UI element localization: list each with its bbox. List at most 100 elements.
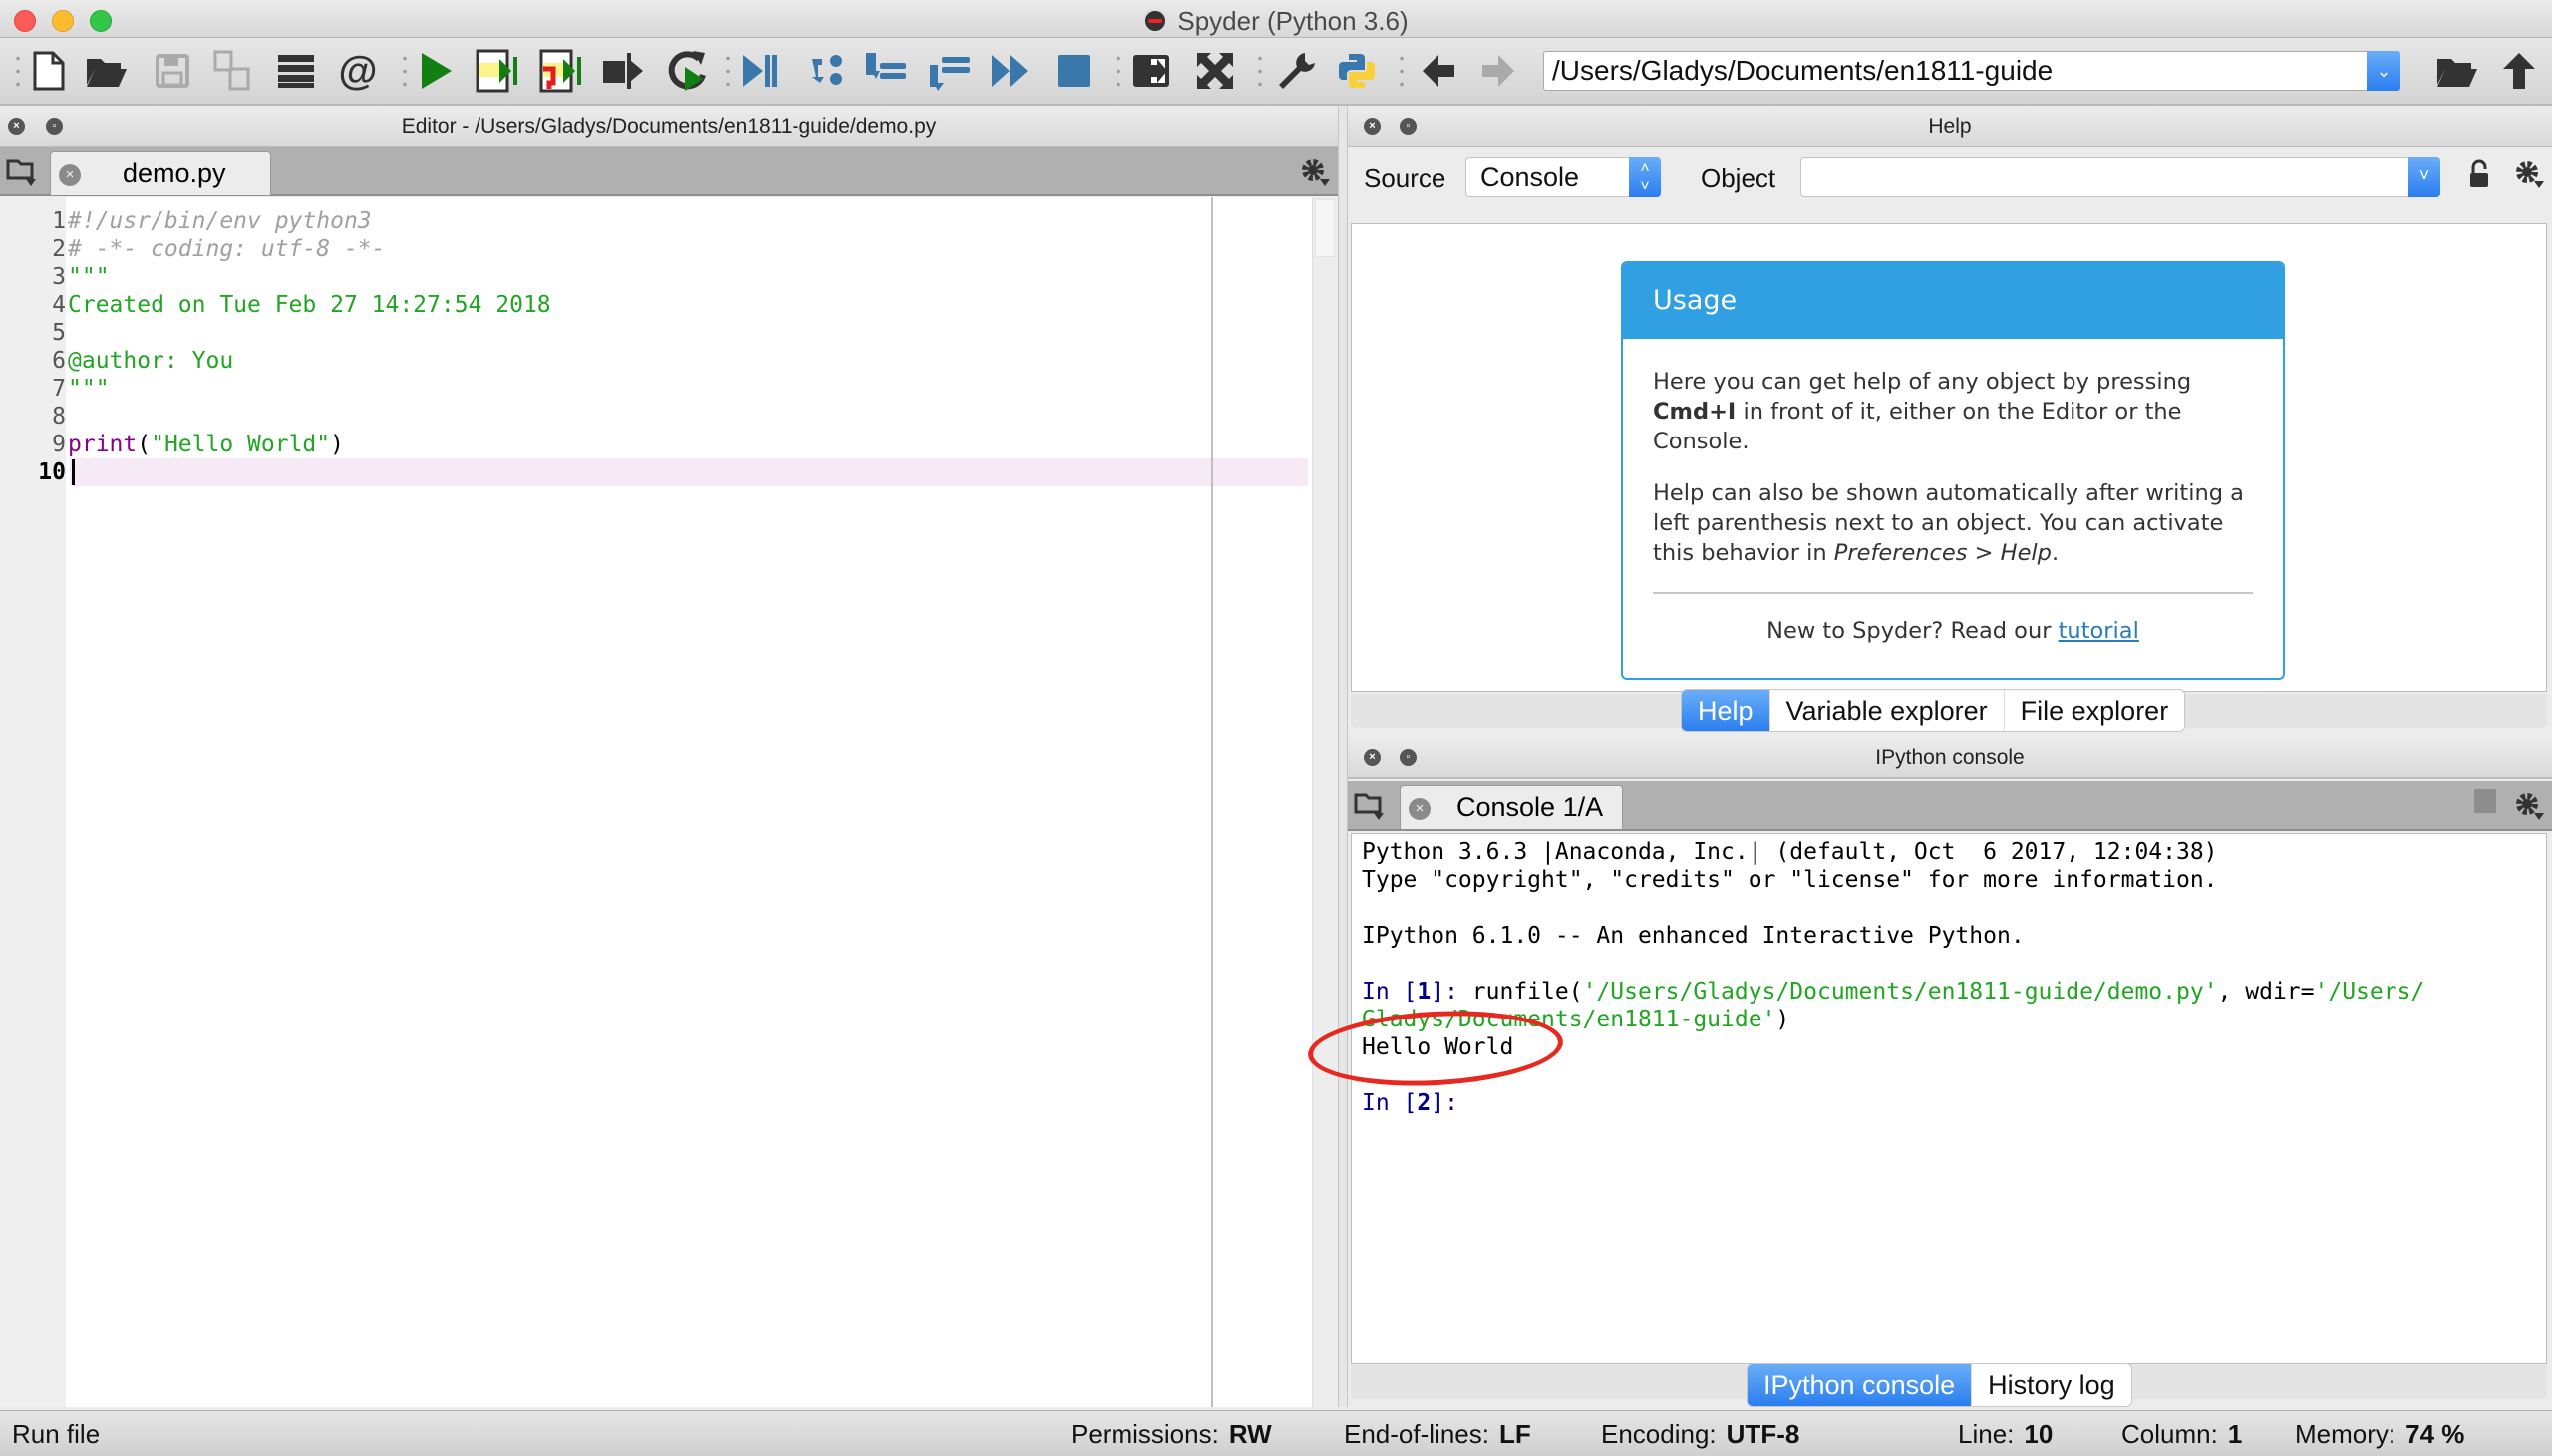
editor-tab-bar: × demo.py (0, 147, 1338, 196)
step-icon[interactable] (803, 48, 849, 94)
line-number: 1 (52, 208, 66, 234)
arrow-up-icon[interactable] (2496, 48, 2542, 94)
working-directory-combo[interactable]: /Users/Gladys/Documents/en1811-guide ⌄ (1543, 51, 2400, 91)
console-input-1: In [1]: runfile('/Users/Gladys/Documents… (1362, 979, 2425, 1005)
fullscreen-icon[interactable] (1192, 48, 1238, 94)
console-banner-1: Python 3.6.3 |Anaconda, Inc.| (default, … (1362, 839, 2218, 865)
tab-file-explorer[interactable]: File explorer (2005, 690, 2185, 731)
status-eol: End-of-lines: LF (1344, 1419, 1531, 1449)
help-content: Usage Here you can get help of any objec… (1351, 223, 2547, 692)
console-input-2: In [2]: (1362, 1090, 1458, 1116)
browse-tabs-icon[interactable] (1354, 791, 1384, 820)
folder-open-icon[interactable] (2434, 48, 2480, 94)
tutorial-link[interactable]: tutorial (2059, 618, 2139, 644)
line-number: 5 (52, 320, 66, 346)
toolbar-separator (1258, 52, 1262, 92)
working-directory-value: /Users/Gladys/Documents/en1811-guide (1552, 55, 2054, 86)
help-pane-header: × ▫ Help (1348, 106, 2552, 147)
editor-pane-header: × ▫ Editor - /Users/Gladys/Documents/en1… (0, 106, 1338, 147)
gear-icon[interactable] (2514, 791, 2544, 821)
usage-divider (1653, 592, 2253, 594)
console-tab-bar: × Console 1/A (1348, 781, 2552, 831)
status-encoding: Encoding: UTF-8 (1601, 1419, 1800, 1449)
tab-console-1a[interactable]: × Console 1/A (1400, 785, 1623, 829)
browse-tabs-icon[interactable] (6, 157, 36, 186)
open-file-icon[interactable] (84, 48, 130, 94)
save-all-icon[interactable] (209, 48, 255, 94)
undock-pane-icon[interactable]: ▫ (1400, 749, 1417, 766)
unlock-icon[interactable] (2468, 159, 2490, 189)
object-input[interactable]: ˅ (1800, 157, 2440, 197)
line-number: 9 (52, 432, 66, 457)
continue-icon[interactable] (987, 48, 1033, 94)
undock-pane-icon[interactable]: ▫ (1400, 118, 1417, 135)
close-tab-icon[interactable]: × (1409, 798, 1431, 820)
scrollbar-thumb[interactable] (1315, 199, 1335, 257)
toolbar-separator (1400, 52, 1404, 92)
tab-label: demo.py (123, 158, 226, 188)
run-selection-icon[interactable] (600, 48, 646, 94)
new-file-icon[interactable] (26, 48, 72, 94)
preferences-icon[interactable] (1272, 48, 1318, 94)
tab-history-log[interactable]: History log (1972, 1364, 2131, 1406)
source-label: Source (1364, 163, 1446, 193)
spyder-logo-icon (1143, 9, 1168, 33)
stop-debug-icon[interactable] (1051, 48, 1097, 94)
close-pane-icon[interactable]: × (1364, 749, 1381, 766)
debug-icon[interactable] (736, 48, 782, 94)
object-label: Object (1701, 163, 1776, 193)
vertical-splitter[interactable] (1338, 106, 1348, 1407)
close-tab-icon[interactable]: × (59, 164, 81, 186)
title-bar: Spyder (Python 3.6) (0, 0, 2552, 38)
undock-pane-icon[interactable]: ▫ (46, 118, 63, 135)
source-value: Console (1480, 162, 1580, 192)
forward-icon[interactable] (1475, 48, 1521, 94)
chevron-down-icon[interactable]: ˅ (2408, 157, 2440, 197)
back-icon[interactable] (1416, 48, 1461, 94)
usage-card: Usage Here you can get help of any objec… (1621, 261, 2285, 680)
console-output[interactable]: Python 3.6.3 |Anaconda, Inc.| (default, … (1306, 833, 2547, 1364)
help-title: Help (1928, 115, 1972, 138)
maximize-pane-icon[interactable] (1128, 48, 1174, 94)
code-token: Created on Tue Feb 27 14:27:54 2018 (68, 292, 551, 318)
close-pane-icon[interactable]: × (1364, 118, 1381, 135)
rerun-icon[interactable] (664, 48, 710, 94)
tab-demo-py[interactable]: × demo.py (50, 151, 271, 195)
tab-variable-explorer[interactable]: Variable explorer (1770, 690, 2005, 731)
help-tab-bar: Help Variable explorer File explorer (1681, 689, 2186, 732)
editor-scrollbar[interactable] (1312, 197, 1338, 1407)
usage-title: Usage (1623, 263, 2283, 339)
usage-paragraph-1: Here you can get help of any object by p… (1653, 369, 2192, 454)
code-editor[interactable]: 1#!/usr/bin/env python3 2# -*- coding: ut… (0, 197, 1338, 1407)
chevron-down-icon[interactable]: ⌄ (2367, 51, 2400, 91)
code-token: ) (330, 432, 344, 457)
help-toolbar: Source Console ˄ ˅ Object ˅ (1348, 147, 2552, 207)
usage-paragraph-2: Help can also be shown automatically aft… (1653, 480, 2244, 566)
help-pane: × ▫ Help Source Console ˄ ˅ Object ˅ Usag… (1348, 106, 2552, 733)
tab-help[interactable]: Help (1682, 690, 1770, 731)
code-line: 7""" (0, 375, 1306, 403)
source-select[interactable]: Console ˄ ˅ (1465, 157, 1661, 197)
pythonpath-icon[interactable] (1334, 48, 1380, 94)
gear-icon[interactable] (2514, 159, 2544, 189)
line-number: 7 (52, 376, 66, 402)
close-pane-icon[interactable]: × (8, 118, 25, 135)
run-icon[interactable] (413, 48, 459, 94)
save-file-icon[interactable] (150, 48, 195, 94)
step-return-icon[interactable] (927, 48, 973, 94)
status-line: Line: 10 (1958, 1419, 2054, 1449)
outline-icon[interactable] (273, 48, 319, 94)
code-token: # -*- coding: utf-8 -*- (68, 236, 386, 262)
run-cell-advance-icon[interactable] (538, 48, 584, 94)
main-toolbar: @ /Users/Gladys/Documents/en1811-guide ⌄ (0, 38, 2552, 106)
code-token: """ (68, 264, 110, 290)
tab-ipython-console[interactable]: IPython console (1748, 1364, 1973, 1406)
at-icon[interactable]: @ (335, 48, 381, 94)
gear-icon[interactable] (1300, 157, 1330, 187)
step-into-icon[interactable] (863, 48, 909, 94)
line-number: 4 (52, 292, 66, 318)
interrupt-kernel-icon[interactable] (2474, 789, 2496, 813)
code-line: 4Created on Tue Feb 27 14:27:54 2018 (0, 291, 1306, 319)
console-banner-2: Type "copyright", "credits" or "license"… (1362, 867, 2218, 893)
run-cell-icon[interactable] (475, 48, 520, 94)
